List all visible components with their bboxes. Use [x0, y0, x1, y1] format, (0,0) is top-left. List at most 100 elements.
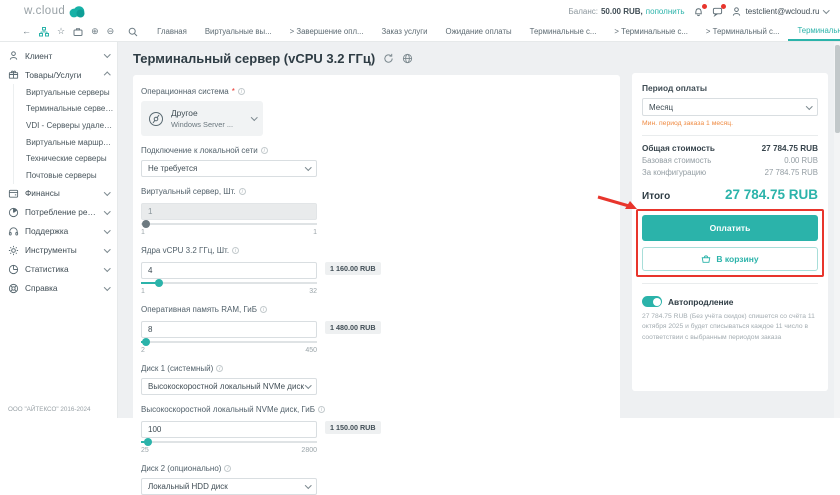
- sidebar-item-vdi[interactable]: VDI - Серверы удаленн...: [24, 117, 117, 134]
- briefcase-icon[interactable]: [73, 27, 83, 37]
- balance-label: Баланс:: [569, 7, 598, 16]
- main-area: Терминальный сервер (vCPU 3.2 ГГц) Опера…: [118, 42, 840, 418]
- messages-chat-icon[interactable]: [712, 6, 723, 17]
- sitemap-icon[interactable]: [39, 27, 49, 37]
- info-icon[interactable]: i: [224, 465, 231, 472]
- autorenew-description: 27 784.75 RUB (Без учёта скидок) спишетс…: [642, 312, 818, 343]
- disc-icon: [148, 111, 164, 127]
- info-icon[interactable]: i: [232, 247, 239, 254]
- sidebar-item-statistics[interactable]: Статистика: [0, 260, 117, 279]
- disk2-select[interactable]: Локальный HDD диск: [141, 478, 317, 495]
- sidebar-item-help[interactable]: Справка: [0, 279, 117, 298]
- scrollbar-thumb[interactable]: [835, 45, 840, 133]
- chevron-down-icon: [305, 482, 311, 488]
- cpu-input[interactable]: [141, 262, 317, 279]
- tab-terminal-servers-1[interactable]: Терминальные с...: [521, 22, 606, 41]
- configuration-card: Операционная система*i Другое Windows Se…: [133, 75, 620, 424]
- disk2-label: Диск 2 (опционально)i: [141, 464, 612, 473]
- pay-button[interactable]: Оплатить: [642, 215, 818, 241]
- server-qty-input: [141, 203, 317, 220]
- tab-terminal-server-3[interactable]: > Терминальный с...: [697, 22, 789, 41]
- zoom-in-icon[interactable]: ⊕: [91, 27, 99, 36]
- sidebar-item-finance[interactable]: Финансы: [0, 184, 117, 203]
- copyright: ООО "АЙТЕКСО" 2016-2024: [8, 406, 90, 413]
- info-icon[interactable]: i: [260, 306, 267, 313]
- sidebar-submenu: Виртуальные серверы Терминальные серверы…: [13, 84, 117, 184]
- sidebar-item-mail-servers[interactable]: Почтовые серверы: [24, 167, 117, 184]
- vertical-scrollbar: [834, 42, 840, 418]
- slider-handle[interactable]: [155, 279, 163, 287]
- gear-icon: [8, 245, 19, 256]
- logo[interactable]: w.cloud: [24, 5, 85, 18]
- add-to-cart-button[interactable]: В корзину: [642, 247, 818, 271]
- sidebar-item-products[interactable]: Товары/Услуги: [0, 65, 117, 84]
- summary-row-total-cost: Общая стоимость27 784.75 RUB: [642, 144, 818, 153]
- tab-awaiting-payment[interactable]: Ожидание оплаты: [437, 22, 521, 41]
- chevron-down-icon: [305, 164, 311, 170]
- lan-select[interactable]: Не требуется: [141, 160, 317, 177]
- slider-handle[interactable]: [144, 438, 152, 446]
- info-icon[interactable]: i: [216, 365, 223, 372]
- notifications-bell-icon[interactable]: [693, 6, 704, 17]
- disk1-select[interactable]: Высокоскоростной локальный NVMe диск: [141, 378, 317, 395]
- sidebar-item-virtual-routers[interactable]: Виртуальные маршрут...: [24, 134, 117, 151]
- sidebar-item-virtual-servers[interactable]: Виртуальные серверы: [24, 84, 117, 101]
- gift-box-icon: [8, 69, 19, 80]
- tab-terminal-server-active[interactable]: Терминальный с... ×: [788, 22, 840, 41]
- chevron-down-icon: [823, 7, 829, 13]
- os-option-title: Другое: [171, 108, 245, 118]
- info-icon[interactable]: i: [261, 147, 268, 154]
- payment-period-label: Период оплаты: [642, 83, 818, 93]
- payment-period-select[interactable]: Месяц: [642, 98, 818, 116]
- autorenew-toggle[interactable]: [642, 296, 662, 307]
- slider-handle[interactable]: [142, 220, 150, 228]
- nvme-size-input[interactable]: [141, 421, 317, 438]
- nvme-size-label: Высокоскоростной локальный NVMe диск, Ги…: [141, 405, 612, 414]
- chevron-down-icon: [104, 189, 110, 195]
- topup-link[interactable]: пополнить: [646, 7, 685, 16]
- os-label: Операционная система*i: [141, 87, 612, 96]
- top-bar: w.cloud Баланс: 50.00 RUB, пополнить: [0, 0, 840, 22]
- tab-terminal-servers-2[interactable]: > Терминальные с...: [605, 22, 697, 41]
- os-select[interactable]: Другое Windows Server ...: [141, 101, 263, 136]
- ram-input[interactable]: [141, 321, 317, 338]
- tab-order-service[interactable]: Заказ услуги: [373, 22, 437, 41]
- order-summary-panel: Период оплаты Месяц Мин. период заказа 1…: [632, 73, 828, 391]
- zoom-out-icon[interactable]: ⊖: [107, 27, 115, 36]
- sidebar-item-resource-usage[interactable]: Потребление ресурсов: [0, 203, 117, 222]
- total-row: Итого 27 784.75 RUB: [642, 187, 818, 202]
- page-title: Терминальный сервер (vCPU 3.2 ГГц): [133, 51, 413, 66]
- logo-text: w.cloud: [24, 5, 65, 17]
- nvme-slider[interactable]: [141, 437, 317, 446]
- refresh-icon[interactable]: [383, 53, 394, 64]
- ram-slider[interactable]: [141, 337, 317, 346]
- notification-dot: [702, 4, 707, 9]
- info-icon[interactable]: i: [318, 406, 325, 413]
- globe-icon[interactable]: [402, 53, 413, 64]
- sidebar-item-terminal-servers[interactable]: Терминальные серверы: [24, 101, 117, 118]
- tab-virtual-servers[interactable]: Виртуальные вы...: [196, 22, 281, 41]
- tab-home[interactable]: Главная: [148, 22, 196, 41]
- total-label: Итого: [642, 191, 670, 202]
- sidebar-item-technical-servers[interactable]: Технические серверы: [24, 150, 117, 167]
- sidebar-item-support[interactable]: Поддержка: [0, 222, 117, 241]
- chevron-down-icon: [104, 208, 110, 214]
- ram-label: Оперативная память RAM, ГиБi: [141, 305, 612, 314]
- slider-max: 450: [305, 347, 317, 354]
- search-icon[interactable]: [128, 27, 138, 37]
- info-icon[interactable]: i: [238, 88, 245, 95]
- sidebar-item-client[interactable]: Клиент: [0, 46, 117, 65]
- cpu-slider[interactable]: [141, 278, 317, 287]
- server-qty-slider: [141, 219, 317, 228]
- ram-price-badge: 1 480.00 RUB: [325, 321, 381, 334]
- slider-handle[interactable]: [142, 338, 150, 346]
- sidebar-item-tools[interactable]: Инструменты: [0, 241, 117, 260]
- slider-max: 32: [309, 288, 317, 295]
- star-icon[interactable]: ☆: [57, 27, 65, 36]
- autorenew-row: Автопродление: [642, 296, 818, 307]
- info-icon[interactable]: i: [239, 188, 246, 195]
- tab-payment-complete[interactable]: > Завершение опл...: [281, 22, 373, 41]
- summary-row-base-cost: Базовая стоимость0.00 RUB: [642, 156, 818, 165]
- user-menu[interactable]: testclient@wcloud.ru: [731, 6, 828, 17]
- back-arrow-icon[interactable]: ←: [22, 27, 31, 36]
